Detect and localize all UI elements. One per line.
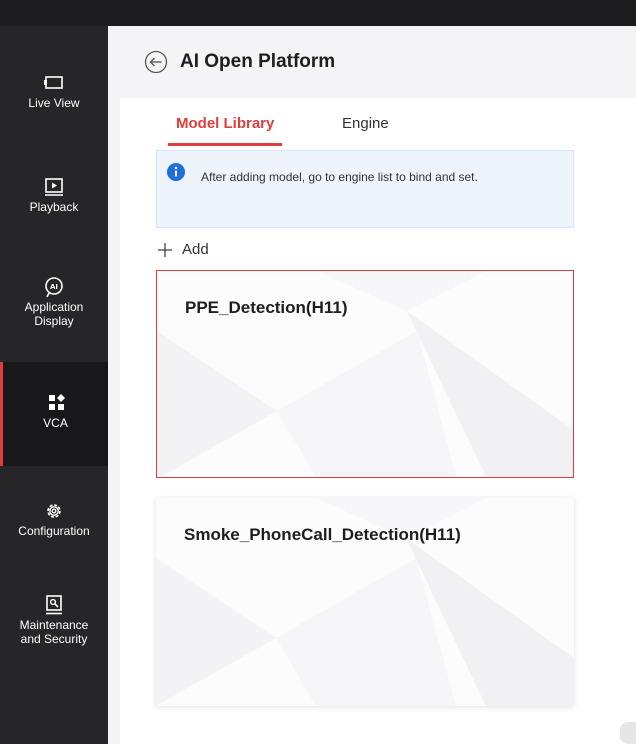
notice-text: After adding model, go to engine list to… [201,170,478,184]
sidebar-item-label: VCA [43,416,68,430]
sidebar-item-maintenance[interactable]: Maintenance and Security [0,594,108,646]
sidebar-item-configuration[interactable]: Configuration [0,500,108,538]
live-view-icon [44,76,63,89]
plus-icon [158,243,172,257]
model-card-ppe-detection[interactable]: PPE_Detection(H11) [156,270,574,478]
tab-model-library[interactable]: Model Library [167,114,283,146]
sidebar-item-vca[interactable]: VCA [0,362,108,466]
sidebar: Live View Playback AI Application Displa… [0,26,108,744]
sidebar-item-live-view[interactable]: Live View [0,72,108,110]
page-header: AI Open Platform [108,26,636,98]
vca-icon [48,394,65,410]
content-panel: Model Library Engine After adding model,… [120,98,636,744]
sidebar-item-application-display[interactable]: AI Application Display [0,276,108,328]
sidebar-item-playback[interactable]: Playback [0,176,108,214]
sidebar-item-label: Playback [29,200,79,214]
svg-text:AI: AI [50,283,58,291]
ai-icon: AI [45,277,63,298]
main-area: AI Open Platform Model Library Engine Af… [108,26,636,744]
model-card-smoke-phonecall-detection[interactable]: Smoke_PhoneCall_Detection(H11) [156,498,574,706]
maintenance-icon [46,595,62,615]
top-bar [0,0,636,26]
sidebar-item-label: Application Display [24,300,84,328]
sidebar-item-label: Configuration [18,524,90,538]
info-notice: After adding model, go to engine list to… [156,150,574,228]
add-label: Add [182,241,209,258]
gear-icon [47,504,61,518]
model-name: Smoke_PhoneCall_Detection(H11) [184,525,461,544]
scrollbar-thumb[interactable] [620,722,636,744]
back-arrow-icon[interactable] [144,50,168,74]
sidebar-item-label: Live View [28,96,80,110]
model-name: PPE_Detection(H11) [185,298,348,317]
info-icon [167,163,185,181]
sidebar-item-label: Maintenance and Security [19,618,89,646]
tab-engine[interactable]: Engine [342,114,389,134]
playback-icon [45,178,63,196]
page-title: AI Open Platform [180,51,336,72]
